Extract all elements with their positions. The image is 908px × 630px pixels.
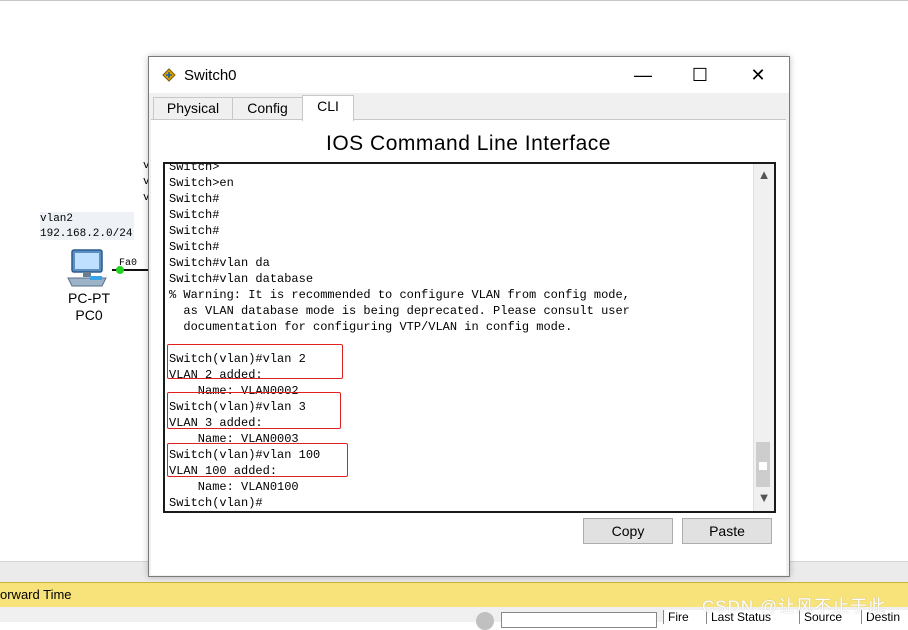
scenario-select[interactable] <box>501 612 657 628</box>
tab-bar: Physical Config CLI <box>149 95 789 121</box>
terminal-line: Switch#vlan database <box>169 272 314 286</box>
terminal-line: Name: VLAN0100 <box>169 480 299 494</box>
pc-device-icon[interactable] <box>64 248 110 290</box>
cli-heading: IOS Command Line Interface <box>326 132 611 155</box>
copy-button[interactable]: Copy <box>583 518 673 544</box>
terminal-line: Switch(vlan)# <box>169 496 263 510</box>
scenario-icon[interactable] <box>476 612 494 630</box>
terminal-line: Switch#vlan da <box>169 256 270 270</box>
cli-terminal[interactable]: Switch> Switch>en Switch# Switch# Switch# Swi… <box>163 162 776 513</box>
window-title: Switch0 <box>184 67 237 84</box>
terminal-line: Switch# <box>169 224 220 238</box>
minimize-button[interactable]: — <box>614 57 672 93</box>
pc-name: PC0 <box>75 307 103 323</box>
switch-app-icon <box>161 67 177 83</box>
subnet-name: vlan2 <box>40 213 74 225</box>
paste-button[interactable]: Paste <box>682 518 772 544</box>
subnet-address: 192.168.2.0/24 <box>40 228 133 240</box>
switch-window: Switch0 — ☐ ✕ Physical Config CLI IOS Co… <box>148 56 790 577</box>
tab-config[interactable]: Config <box>232 97 303 119</box>
terminal-line: documentation for configuring VTP/VLAN i… <box>169 320 573 334</box>
terminal-scrollbar[interactable]: ▲ ▼ <box>753 164 774 511</box>
scroll-down-icon[interactable]: ▼ <box>754 489 774 507</box>
top-border <box>0 0 908 1</box>
pc-label: PC-PT PC0 <box>58 290 120 324</box>
tab-cli[interactable]: CLI <box>302 95 354 121</box>
forward-time-label: orward Time <box>0 587 72 602</box>
highlight-vlan-2 <box>167 344 343 379</box>
tab-physical[interactable]: Physical <box>153 97 233 119</box>
window-titlebar[interactable]: Switch0 — ☐ ✕ <box>149 57 789 93</box>
terminal-line: Switch> <box>169 162 220 174</box>
subnet-note[interactable]: vlan2 192.168.2.0/24 <box>40 212 134 240</box>
cli-panel: IOS Command Line Interface Switch> Switch… <box>151 119 786 575</box>
scroll-up-icon[interactable]: ▲ <box>754 166 774 184</box>
maximize-button[interactable]: ☐ <box>671 57 729 93</box>
highlight-vlan-3 <box>167 392 341 429</box>
terminal-line: Switch# <box>169 240 220 254</box>
watermark: CSDN @让风不止于此 <box>702 597 887 616</box>
pc-type: PC-PT <box>68 290 110 306</box>
close-button[interactable]: ✕ <box>729 57 787 93</box>
highlight-vlan-100 <box>167 443 348 477</box>
port-label: Fa0 <box>119 258 138 269</box>
terminal-line: Switch>en <box>169 176 234 190</box>
terminal-line: Switch# <box>169 192 220 206</box>
terminal-line: % Warning: It is recommended to configur… <box>169 288 630 302</box>
terminal-line: as VLAN database mode is being deprecate… <box>169 304 630 318</box>
terminal-line: Switch# <box>169 208 220 222</box>
scroll-thumb[interactable] <box>756 442 770 487</box>
